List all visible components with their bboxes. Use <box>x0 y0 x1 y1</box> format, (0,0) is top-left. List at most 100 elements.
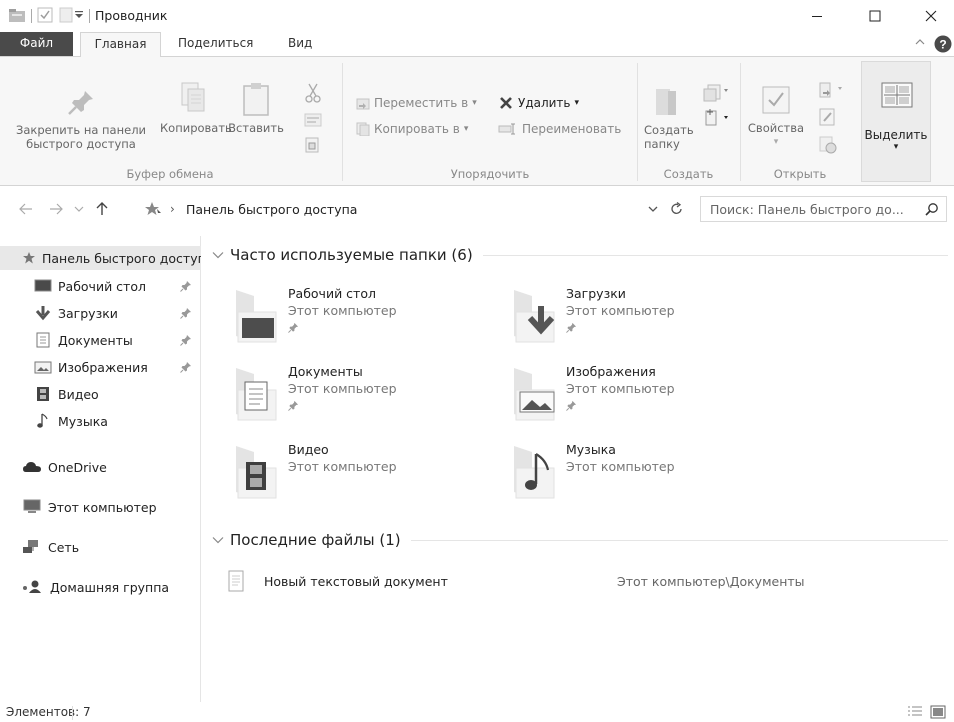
cut-icon[interactable] <box>305 83 321 103</box>
folder-tile-music[interactable]: Музыка Этот компьютер <box>510 442 780 506</box>
new-item-icon[interactable] <box>702 83 730 103</box>
folder-tile-documents[interactable]: Документы Этот компьютер <box>232 364 502 428</box>
documents-folder-icon <box>232 364 282 422</box>
collapse-ribbon-icon[interactable] <box>914 36 926 48</box>
select-button[interactable]: Выделить ▾ <box>861 61 931 182</box>
onedrive-cloud-icon <box>22 460 42 474</box>
homegroup-icon <box>22 579 44 595</box>
copy-button[interactable]: Копировать <box>160 81 232 135</box>
folder-tile-desktop[interactable]: Рабочий стол Этот компьютер <box>232 286 502 350</box>
maximize-button[interactable] <box>852 0 898 32</box>
up-button[interactable] <box>90 194 114 224</box>
new-group-label: Создать <box>663 167 714 181</box>
tab-home[interactable]: Главная <box>80 32 161 57</box>
clipboard-group-label: Буфер обмена <box>126 167 214 181</box>
new-folder-label: Создать папку <box>644 123 694 151</box>
nav-item-label: OneDrive <box>48 459 107 475</box>
rename-button[interactable]: Переименовать <box>498 119 621 139</box>
pin-quick-access-button[interactable]: Закрепить на панели быстрого доступа <box>2 87 160 151</box>
nav-item-desktop[interactable]: Рабочий стол <box>0 274 200 298</box>
recent-file-row[interactable]: Новый текстовый документ Этот компьютер\… <box>228 568 948 596</box>
paste-label: Вставить <box>228 121 284 135</box>
nav-quick-access[interactable]: Панель быстрого доступа <box>0 246 201 270</box>
nav-item-label: Этот компьютер <box>48 499 157 515</box>
properties-icon <box>760 83 792 117</box>
frequent-folders-header[interactable]: Часто используемые папки (6) <box>212 246 948 264</box>
divider <box>31 9 32 23</box>
folder-name: Изображения <box>566 364 656 379</box>
divider <box>72 706 73 720</box>
address-bar[interactable]: › Панель быстрого доступа <box>137 196 694 222</box>
new-folder-button[interactable]: Создать папку <box>640 85 694 151</box>
divider <box>89 9 90 23</box>
music-note-icon <box>34 413 52 429</box>
folder-tile-downloads[interactable]: Загрузки Этот компьютер <box>510 286 780 350</box>
folder-tile-videos[interactable]: Видео Этот компьютер <box>232 442 502 506</box>
nav-item-label: Рабочий стол <box>58 278 146 294</box>
folder-location: Этот компьютер <box>566 459 675 474</box>
folder-location: Этот компьютер <box>288 459 397 474</box>
move-to-button[interactable]: Переместить в ▾ <box>356 93 477 113</box>
properties-quick-icon[interactable] <box>37 7 53 23</box>
nav-item-music[interactable]: Музыка <box>0 409 200 433</box>
paste-button[interactable]: Вставить <box>226 81 286 135</box>
chevron-down-icon <box>212 536 224 544</box>
navigation-pane: Панель быстрого доступа Рабочий стол Заг… <box>0 236 201 702</box>
nav-item-network[interactable]: Сеть <box>0 535 200 559</box>
chevron-down-icon: ▾ <box>472 98 477 108</box>
delete-button[interactable]: Удалить ▾ <box>498 93 579 113</box>
tab-file[interactable]: Файл <box>0 32 73 56</box>
search-icon[interactable] <box>925 202 939 216</box>
tab-share[interactable]: Поделиться <box>168 32 263 56</box>
nav-item-pictures[interactable]: Изображения <box>0 355 200 379</box>
history-icon[interactable] <box>818 135 838 155</box>
easy-access-icon[interactable] <box>702 107 730 127</box>
search-box[interactable]: Поиск: Панель быстрого до... <box>700 196 947 222</box>
close-button[interactable] <box>908 0 954 32</box>
folder-name: Музыка <box>566 442 616 457</box>
large-icons-view-icon[interactable] <box>930 705 946 719</box>
ribbon: Закрепить на панели быстрого доступа Коп… <box>0 56 954 186</box>
address-dropdown-icon[interactable] <box>648 205 658 213</box>
pin-icon <box>566 400 577 411</box>
folder-name: Загрузки <box>566 286 626 301</box>
minimize-button[interactable] <box>794 0 840 32</box>
divider <box>482 254 948 256</box>
new-folder-quick-icon[interactable] <box>59 7 73 23</box>
edit-icon[interactable] <box>818 107 838 127</box>
folder-tile-pictures[interactable]: Изображения Этот компьютер <box>510 364 780 428</box>
open-icon[interactable] <box>818 81 846 101</box>
search-input[interactable]: Поиск: Панель быстрого до... <box>710 202 920 217</box>
section-title: Часто используемые папки (6) <box>230 246 473 264</box>
move-to-label: Переместить в <box>374 96 469 110</box>
folder-location: Этот компьютер <box>288 303 397 318</box>
delete-x-icon <box>498 95 514 111</box>
move-to-icon <box>356 96 370 110</box>
nav-item-documents[interactable]: Документы <box>0 328 200 352</box>
folder-name: Рабочий стол <box>288 286 376 301</box>
back-button[interactable] <box>14 194 38 224</box>
nav-item-this-pc[interactable]: Этот компьютер <box>0 495 200 519</box>
svg-text:?: ? <box>939 38 946 52</box>
copy-path-icon[interactable] <box>304 113 322 127</box>
nav-item-downloads[interactable]: Загрузки <box>0 301 200 325</box>
recent-files-header[interactable]: Последние файлы (1) <box>212 531 948 549</box>
properties-button[interactable]: Свойства ▾ <box>746 83 806 149</box>
address-path[interactable]: Панель быстрого доступа <box>186 202 357 217</box>
forward-button[interactable] <box>44 194 68 224</box>
nav-item-label: Музыка <box>58 413 108 429</box>
quick-access-star-icon <box>22 251 36 265</box>
paste-shortcut-icon[interactable] <box>305 137 319 153</box>
open-group-label: Открыть <box>773 167 827 181</box>
tab-view[interactable]: Вид <box>278 32 322 56</box>
explorer-app-icon[interactable] <box>8 7 26 23</box>
refresh-icon[interactable] <box>670 202 684 216</box>
copy-to-button[interactable]: Копировать в ▾ <box>356 119 468 139</box>
help-icon[interactable]: ? <box>934 35 952 53</box>
nav-item-videos[interactable]: Видео <box>0 382 200 406</box>
recent-locations-button[interactable] <box>70 194 88 224</box>
customize-quick-access-icon[interactable] <box>75 10 83 20</box>
nav-item-onedrive[interactable]: OneDrive <box>0 455 200 479</box>
details-view-icon[interactable] <box>907 705 923 719</box>
nav-item-homegroup[interactable]: Домашняя группа <box>0 575 200 599</box>
